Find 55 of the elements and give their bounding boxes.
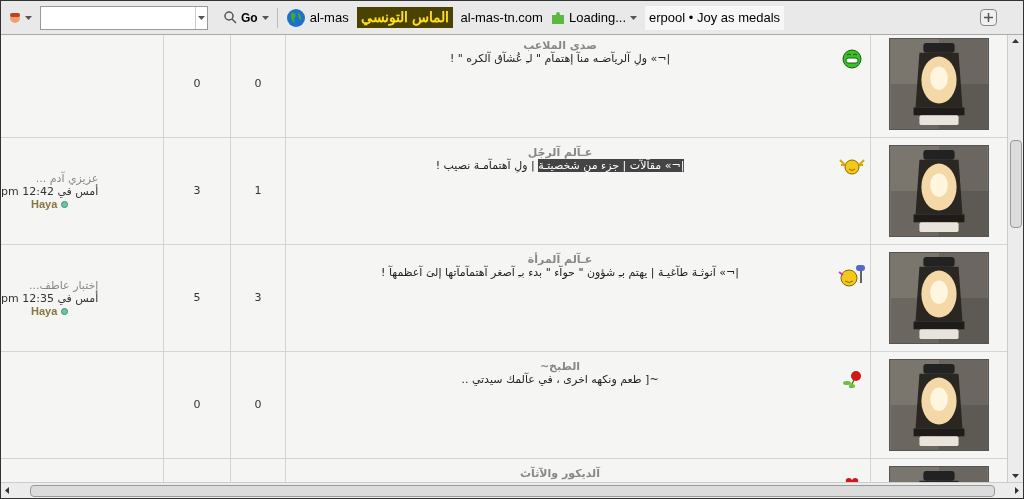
forum-title-link[interactable]: الطبخ~ [539, 360, 581, 373]
search-field[interactable] [40, 5, 208, 30]
caret-icon [261, 15, 269, 20]
grinning-face-icon [842, 49, 862, 69]
horizontal-scrollbar[interactable] [1, 482, 1023, 498]
scrollbar-thumb[interactable] [29, 484, 995, 497]
count-cell-text: 0 [254, 75, 262, 92]
forum-description: |¬» مقآلآت | جزء من شخصيتـة | ولِ آهتمآمـة نصيب ! [435, 159, 685, 172]
forum-description: |¬» آنوثـة طآغيـة | يهتم بـِ شؤون " حوآء " بدء بـِ آصغر آهتمآمآتها إلىَ آعظمهآ ! [381, 266, 739, 279]
search-icon [224, 11, 237, 24]
online-status-icon [61, 200, 69, 208]
plus-icon [984, 13, 993, 22]
loading-button[interactable]: Loading... [550, 7, 638, 28]
forum-title-link[interactable]: صدى الملاعب [523, 39, 597, 52]
forum-description: ~[ طعم ونكهه اخرى ، في عآلمك سيدتي .. [461, 373, 659, 386]
caret-icon [198, 15, 205, 20]
username-link[interactable]: Haya [31, 197, 58, 211]
scroll-down-icon [1012, 474, 1019, 478]
username-link[interactable]: Haya [31, 304, 58, 318]
scroll-left-icon [5, 487, 9, 494]
online-status-icon [61, 307, 69, 315]
site-logo: الماس التونسي [356, 7, 453, 28]
forum-description: |¬» ولِ آلريآضـه منآ إهتمآم " لـِ عُشآق آلكره " ! [449, 52, 671, 65]
count-cell-text: 1 [254, 182, 262, 199]
count-cell-text: 0 [193, 75, 201, 92]
count-cell-text: 3 [254, 289, 262, 306]
cheering-face-icon [839, 156, 865, 176]
scroll-right-icon [1015, 487, 1019, 494]
last-post-title[interactable]: إختبار عاطف... [29, 278, 99, 292]
caret-icon [25, 15, 32, 20]
ticker-text[interactable]: erpool • Joy as medals [649, 7, 781, 28]
puzzle-piece-icon [550, 10, 565, 25]
count-cell-text: 5 [193, 289, 201, 306]
count-cell-text: 0 [254, 396, 262, 413]
go-button[interactable]: Go [224, 8, 269, 27]
rose-icon [842, 370, 862, 390]
scrollbar-thumb[interactable] [1009, 139, 1022, 228]
new-tab-button[interactable] [980, 9, 997, 26]
forum-title-link[interactable]: عـآلم آلمرأة [527, 253, 593, 266]
face-icon [9, 12, 21, 23]
forum-title-link[interactable]: عـآلم آلرجُل [527, 146, 593, 159]
count-cell-text: 0 [193, 396, 201, 413]
vertical-scrollbar[interactable] [1007, 35, 1023, 482]
last-post-time: أمس في 12:42 pm [1, 184, 99, 198]
count-cell-text: 3 [193, 182, 201, 199]
site-button[interactable]: al-mas [285, 7, 349, 28]
domain-label: al-mas-tn.com [460, 8, 543, 27]
persona-menu-button[interactable] [9, 12, 32, 23]
last-post-time: أمس في 12:35 pm [1, 291, 99, 305]
forum-title-link[interactable]: آلديكور والآثآث [520, 467, 600, 480]
globe-icon [285, 7, 306, 28]
scroll-up-icon [1012, 39, 1019, 43]
last-post-title[interactable]: عزيزي آدم ... [35, 171, 99, 185]
caret-icon [630, 15, 638, 20]
smiley-with-hairdryer-icon [837, 263, 867, 289]
